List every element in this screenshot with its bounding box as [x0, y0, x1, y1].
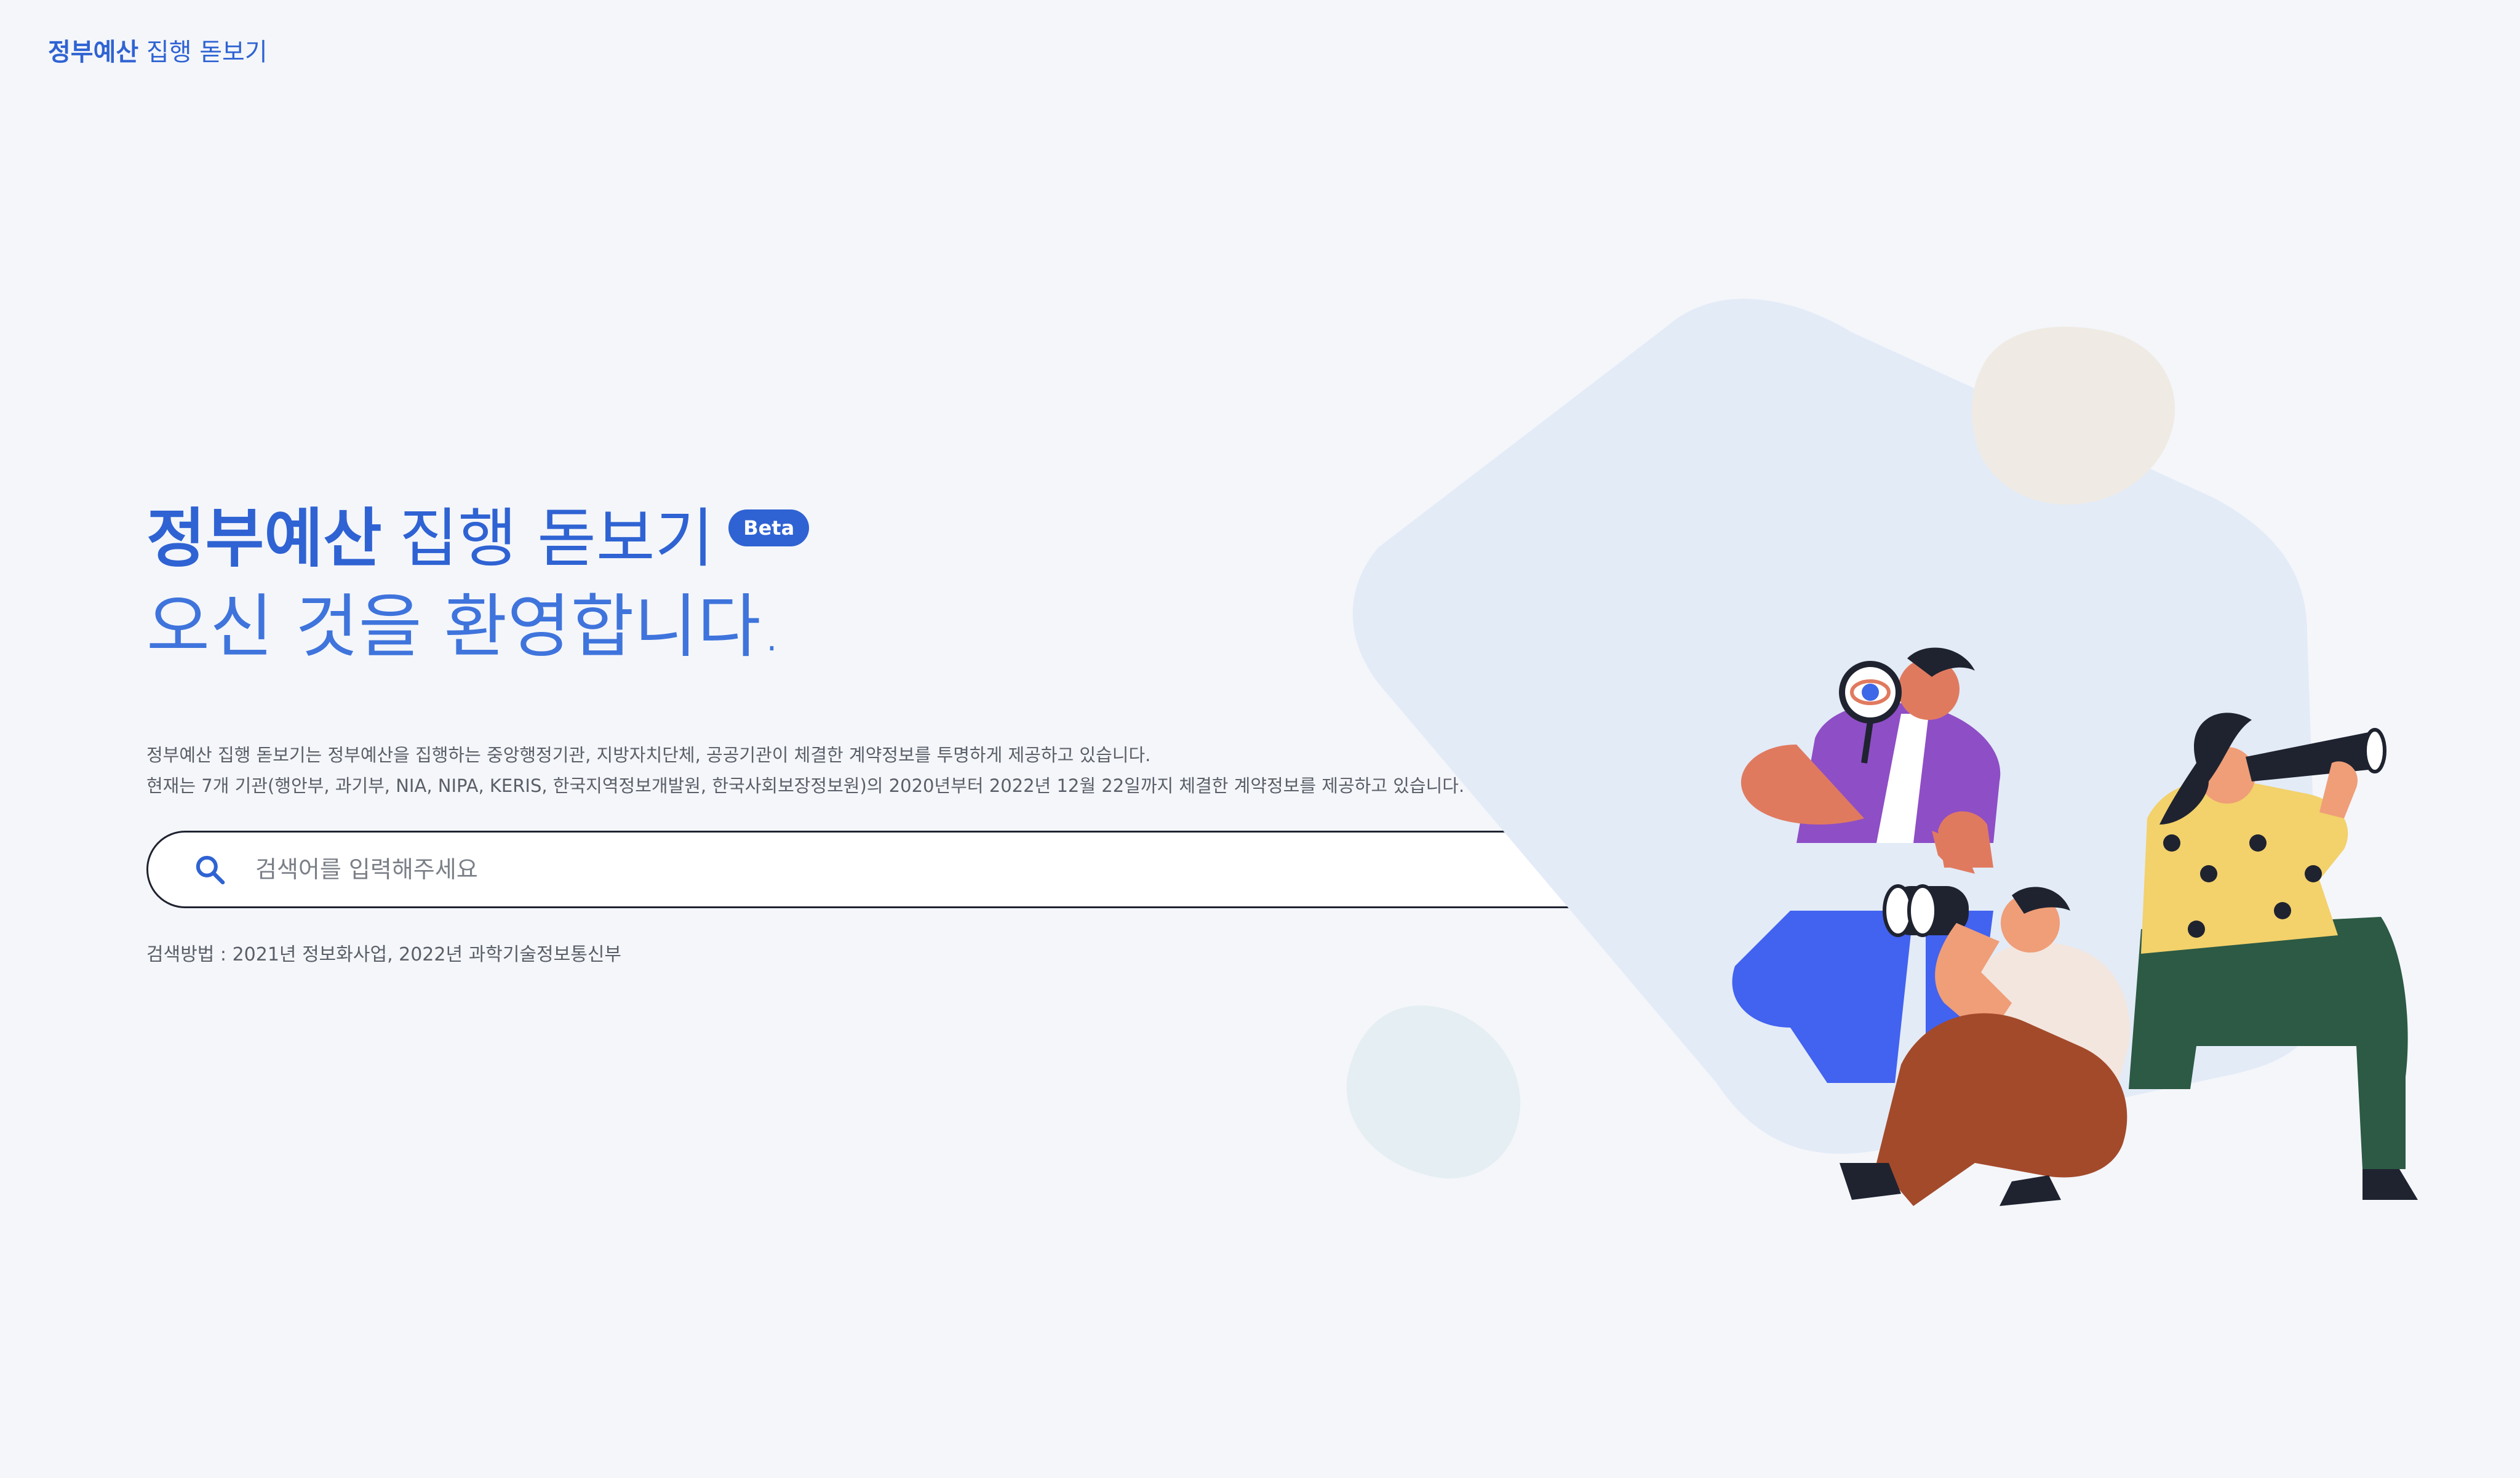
logo-bold: 정부예산: [48, 38, 139, 66]
title-bold: 정부예산: [146, 501, 382, 576]
hero-section: 정부예산 집행 돋보기 Beta 오신 것을 환영합니다.: [146, 498, 810, 673]
search-method-note: 검색방법 : 2021년 정보화사업, 2022년 과학기술정보통신부: [146, 944, 622, 965]
search-icon[interactable]: [193, 852, 227, 887]
hero-illustration: [1346, 298, 2418, 1206]
site-logo[interactable]: 정부예산 집행 돋보기: [48, 32, 268, 68]
welcome-text: 오신 것을 환영합니다.: [146, 587, 783, 667]
logo-rest: 집행 돋보기: [138, 38, 268, 66]
beta-badge: Beta: [728, 509, 810, 546]
page-title: 정부예산 집행 돋보기 Beta: [146, 498, 810, 578]
title-light: 집행 돋보기: [399, 501, 714, 576]
description: 정부예산 집행 돋보기는 정부예산을 집행하는 중앙행정기관, 지방자치단체, …: [146, 740, 1464, 801]
background-blob-mint: [1346, 1005, 1521, 1179]
description-line-1: 정부예산 집행 돋보기는 정부예산을 집행하는 중앙행정기관, 지방자치단체, …: [146, 745, 1151, 765]
description-line-2: 현재는 7개 기관(행안부, 과기부, NIA, NIPA, KERIS, 한국…: [146, 775, 1465, 796]
